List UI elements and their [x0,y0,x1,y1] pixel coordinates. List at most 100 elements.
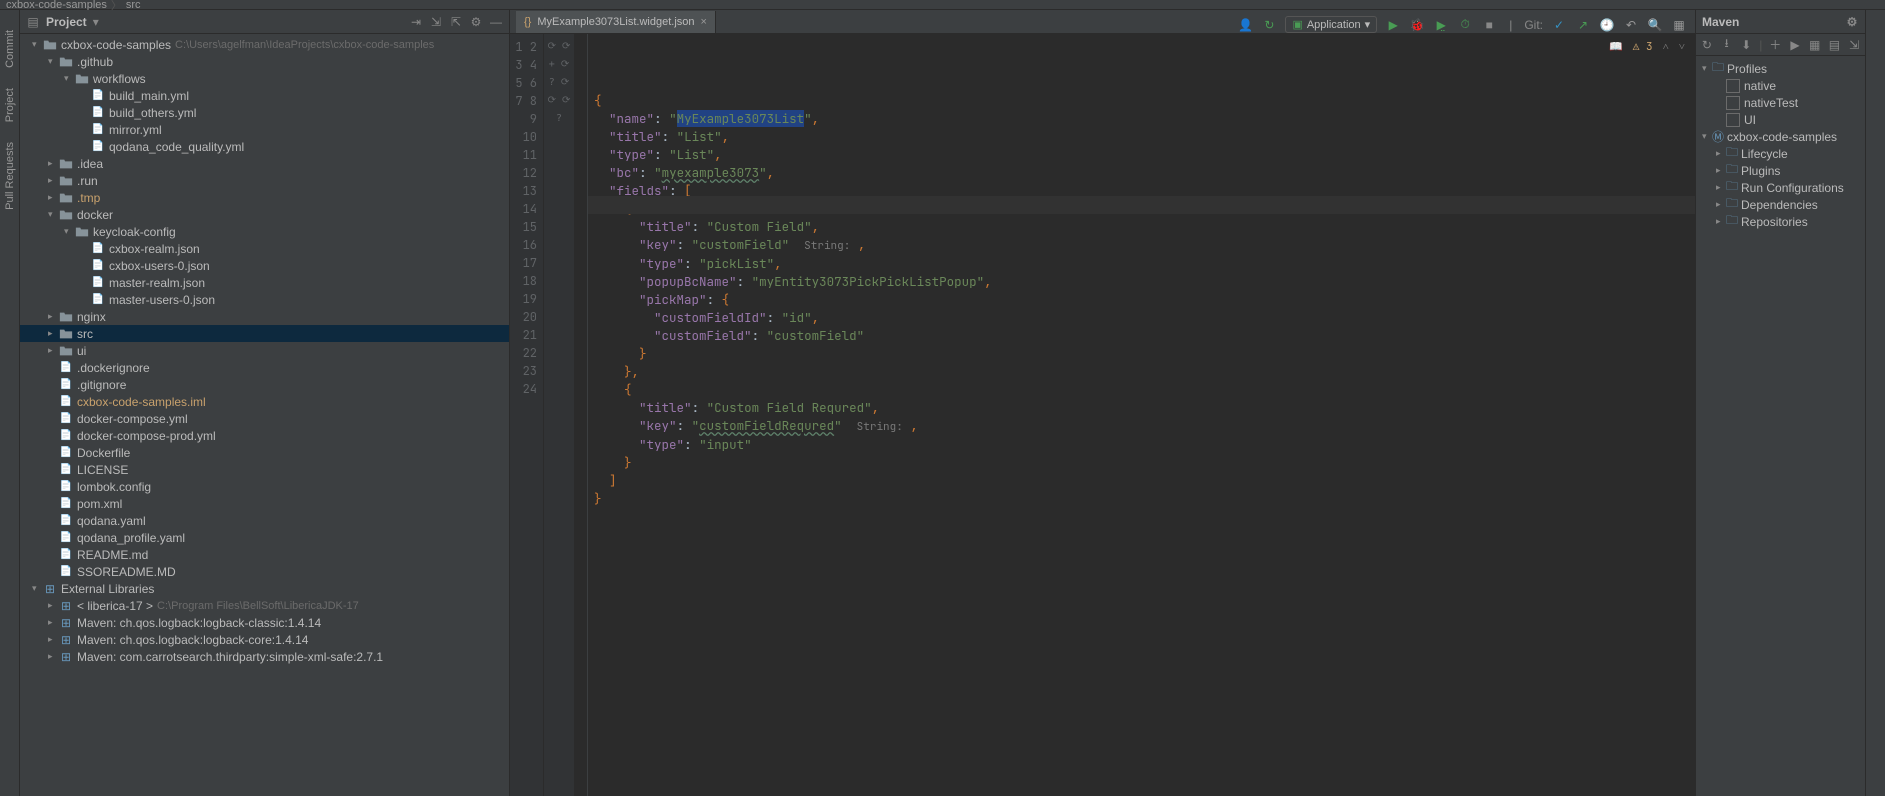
search-icon[interactable]: 🔍 [1647,17,1663,33]
tree-row[interactable]: 📄.gitignore [20,376,509,393]
tree-row[interactable]: ▸.tmp [20,189,509,206]
tree-row[interactable]: 📄LICENSE [20,461,509,478]
folder-icon: 🗀 [1712,58,1724,79]
tree-row[interactable]: ▸.idea [20,155,509,172]
sync-icon[interactable]: ↻ [1261,17,1277,33]
tree-row[interactable]: 📄docker-compose-prod.yml [20,427,509,444]
tree-row[interactable]: 📄pom.xml [20,495,509,512]
tree-row[interactable]: ▾docker [20,206,509,223]
run-coverage-icon[interactable]: ▶̤ [1433,17,1449,33]
tree-row[interactable]: 📄cxbox-users-0.json [20,257,509,274]
tree-row[interactable]: ▸nginx [20,308,509,325]
tree-row[interactable]: 📄build_main.yml [20,87,509,104]
gear-icon[interactable]: ⚙ [1845,15,1859,29]
collapse-all-icon[interactable]: ⇱ [449,15,463,29]
tree-row[interactable]: 📄README.md [20,546,509,563]
editor-tab[interactable]: {} MyExample3073List.widget.json × [516,11,716,33]
fold-icon [74,72,90,86]
hide-icon[interactable]: — [489,15,503,29]
tree-row[interactable]: ▸⊞Maven: ch.qos.logback:logback-core:1.4… [20,631,509,648]
checkbox[interactable] [1726,113,1740,127]
tree-row[interactable]: 📄build_others.yml [20,104,509,121]
show-deps-icon[interactable]: ▤ [1828,38,1842,52]
expand-all-icon[interactable]: ⇲ [429,15,443,29]
tree-row[interactable]: ▾⊞External Libraries [20,580,509,597]
tree-row[interactable]: ▸⊞< liberica-17 >C:\Program Files\BellSo… [20,597,509,614]
select-opened-icon[interactable]: ⇥ [409,15,423,29]
tree-row[interactable]: 📄master-realm.json [20,274,509,291]
tree-row[interactable]: ▾.github [20,53,509,70]
tree-row[interactable]: ▸.run [20,172,509,189]
tree-row[interactable]: 📄qodana.yaml [20,512,509,529]
file-icon: 📄 [90,243,106,254]
ide-settings-icon[interactable]: ▦ [1671,17,1687,33]
file-icon: 📄 [58,566,74,577]
tree-row[interactable]: ▸⊞Maven: com.carrotsearch.thirdparty:sim… [20,648,509,665]
tree-row[interactable]: ▾workflows [20,70,509,87]
collapse-icon[interactable]: ⇲ [1847,38,1861,52]
git-push-icon[interactable]: ↗ [1575,17,1591,33]
pull-requests-tool[interactable]: Pull Requests [4,142,16,210]
crumb-project[interactable]: cxbox-code-samples [6,0,107,11]
checkbox[interactable] [1726,79,1740,93]
toggle-offline-icon[interactable]: ▦ [1808,38,1822,52]
run-icon[interactable]: ▶ [1385,17,1401,33]
gutter-annotations: ⟳ ⟳ + ⟳ ? ⟳ ⟳ ⟳ ? [544,34,574,796]
gear-icon[interactable]: ⚙ [469,15,483,29]
commit-tool[interactable]: Commit [4,30,16,68]
git-rollback-icon[interactable]: ↶ [1623,17,1639,33]
maven-item[interactable]: ▸🗀Run Configurations [1698,179,1863,196]
warnings-badge[interactable]: ⚠ 3 [1633,38,1653,56]
profile-icon[interactable]: ⏱ [1457,17,1473,33]
tree-row[interactable]: ▾keycloak-config [20,223,509,240]
maven-item[interactable]: ▸🗀Repositories [1698,213,1863,230]
code-editor[interactable]: 📖 ⚠ 3 ˄ ˅ { "name": "MyExample3073List",… [588,34,1695,796]
run-configuration[interactable]: ▣ Application ▾ [1285,16,1377,33]
maven-item[interactable]: ▸🗀Dependencies [1698,196,1863,213]
maven-item[interactable]: ▸🗀Plugins [1698,162,1863,179]
file-icon: 📄 [58,379,74,390]
maven-tree[interactable]: ▾🗀Profiles native nativeTest UI ▾Ⓜcxbox-… [1696,56,1865,234]
file-icon: 📄 [90,277,106,288]
project-tool[interactable]: Project [4,88,16,122]
chevron-down-icon[interactable]: ˅ [1679,38,1685,56]
lib-icon: ⊞ [58,599,74,613]
tree-row[interactable]: 📄Dockerfile [20,444,509,461]
file-icon: 📄 [58,362,74,373]
tree-row[interactable]: 📄master-users-0.json [20,291,509,308]
git-history-icon[interactable]: 🕘 [1599,17,1615,33]
crumb-folder[interactable]: src [126,0,141,11]
debug-icon[interactable]: 🐞 [1409,17,1425,33]
project-tree[interactable]: ▾cxbox-code-samplesC:\Users\agelfman\Ide… [20,34,509,796]
checkbox[interactable] [1726,96,1740,110]
close-tab-icon[interactable]: × [701,16,707,28]
maven-panel: Maven ⚙ ↻ ⭳ ⬇ | ＋ ▶ ▦ ▤ ⇲ ▾🗀Profiles nat… [1695,10,1865,796]
download-icon[interactable]: ⬇ [1739,38,1753,52]
add-icon[interactable]: ＋ [1768,38,1782,52]
tree-row[interactable]: 📄.dockerignore [20,359,509,376]
project-icon: ▤ [26,15,40,29]
tree-row[interactable]: 📄cxbox-realm.json [20,240,509,257]
maven-item[interactable]: ▸🗀Lifecycle [1698,145,1863,162]
git-update-icon[interactable]: ✓ [1551,17,1567,33]
tree-row[interactable]: ▸ui [20,342,509,359]
user-icon[interactable]: 👤 [1237,17,1253,33]
reader-mode-icon[interactable]: 📖 [1609,38,1623,56]
tree-row[interactable]: ▾cxbox-code-samplesC:\Users\agelfman\Ide… [20,36,509,53]
tree-row[interactable]: 📄docker-compose.yml [20,410,509,427]
tree-row[interactable]: 📄mirror.yml [20,121,509,138]
tree-row[interactable]: ▸src [20,325,509,342]
tree-row[interactable]: ▸⊞Maven: ch.qos.logback:logback-classic:… [20,614,509,631]
tree-row[interactable]: 📄lombok.config [20,478,509,495]
tree-row[interactable]: 📄qodana_profile.yaml [20,529,509,546]
chevron-up-icon[interactable]: ˄ [1663,38,1669,56]
tree-row[interactable]: 📄qodana_code_quality.yml [20,138,509,155]
run-maven-icon[interactable]: ▶ [1788,38,1802,52]
generate-sources-icon[interactable]: ⭳ [1720,38,1734,52]
project-panel: ▤ Project ▾ ⇥ ⇲ ⇱ ⚙ — ▾cxbox-code-sample… [20,10,510,796]
maven-title: Maven [1702,15,1739,29]
tree-row[interactable]: 📄SSOREADME.MD [20,563,509,580]
stop-icon[interactable]: ■ [1481,17,1497,33]
reload-icon[interactable]: ↻ [1700,38,1714,52]
tree-row[interactable]: 📄cxbox-code-samples.iml [20,393,509,410]
